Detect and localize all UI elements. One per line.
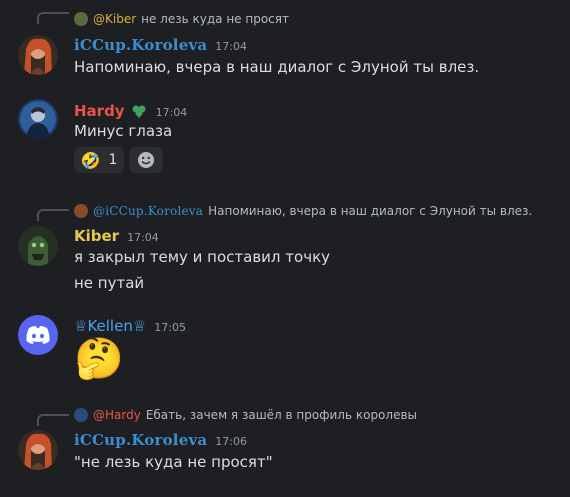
reply-avatar bbox=[74, 408, 88, 422]
timestamp: 17:04 bbox=[215, 40, 247, 53]
reply-author[interactable]: @Hardy bbox=[93, 408, 141, 422]
reply-connector bbox=[37, 209, 69, 221]
timestamp: 17:06 bbox=[215, 435, 247, 448]
username[interactable]: iCCup.Koroleva bbox=[74, 36, 207, 54]
reply-author[interactable]: @Kiber bbox=[93, 12, 136, 26]
avatar[interactable] bbox=[18, 99, 58, 139]
reply-avatar bbox=[74, 12, 88, 26]
reaction-count: 1 bbox=[108, 152, 118, 168]
message-text: не путай bbox=[74, 274, 145, 292]
reply-text: не лезь куда не просят bbox=[141, 12, 289, 26]
reply-avatar bbox=[74, 204, 88, 218]
clover-icon bbox=[130, 103, 148, 118]
timestamp: 17:05 bbox=[154, 321, 186, 334]
timestamp: 17:04 bbox=[155, 106, 188, 119]
avatar[interactable] bbox=[18, 35, 58, 75]
reply-preview[interactable]: @Hardy Ебать, зачем я зашёл в профиль ко… bbox=[74, 407, 417, 423]
message-text: Минус глаза bbox=[74, 122, 173, 140]
timestamp: 17:04 bbox=[127, 231, 159, 244]
avatar[interactable] bbox=[18, 226, 58, 266]
discord-logo-icon bbox=[26, 326, 50, 344]
smile-icon bbox=[138, 152, 154, 168]
message-text: Напоминаю, вчера в наш диалог с Элуной т… bbox=[74, 58, 480, 76]
reply-text: Ебать, зачем я зашёл в профиль королевы bbox=[145, 408, 417, 422]
reply-connector bbox=[37, 414, 69, 426]
message-emoji: 🤔 bbox=[74, 336, 124, 382]
reaction-button[interactable]: 🤣 1 bbox=[74, 147, 124, 173]
username[interactable]: iCCup.Koroleva bbox=[74, 431, 207, 449]
discord-avatar[interactable] bbox=[18, 315, 58, 355]
reaction-emoji: 🤣 bbox=[80, 150, 101, 170]
username[interactable]: Kiber bbox=[74, 227, 119, 245]
message-text: "не лезь куда не просят" bbox=[74, 453, 273, 471]
reply-preview[interactable]: @Kiber не лезь куда не просят bbox=[74, 11, 289, 27]
message-text: я закрыл тему и поставил точку bbox=[74, 248, 331, 266]
reply-author[interactable]: @iCCup.Koroleva bbox=[93, 204, 203, 218]
username[interactable]: Hardy bbox=[74, 102, 125, 120]
reply-preview[interactable]: @iCCup.Koroleva Напоминаю, вчера в наш д… bbox=[74, 203, 532, 219]
add-reaction-button[interactable] bbox=[129, 147, 163, 173]
avatar[interactable] bbox=[18, 430, 58, 470]
reply-text: Напоминаю, вчера в наш диалог с Элуной т… bbox=[208, 204, 533, 218]
reply-connector bbox=[37, 12, 69, 24]
